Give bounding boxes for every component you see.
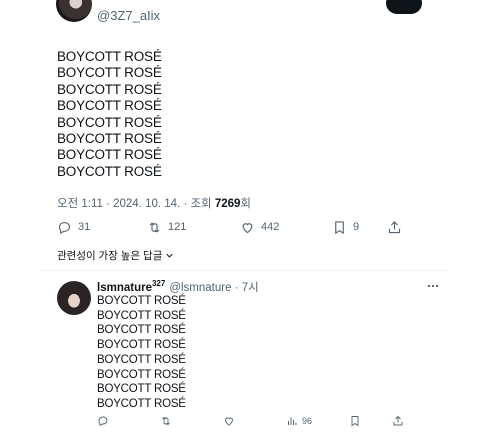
reply-avatar[interactable] bbox=[57, 281, 91, 315]
tweet-header: @3Z7_aIix bbox=[0, 0, 480, 28]
timestamp[interactable]: 오전 1:11 · 2024. 10. 14. · 조회 bbox=[57, 198, 215, 210]
reply-icon bbox=[58, 221, 71, 234]
reply-like-button[interactable] bbox=[223, 413, 239, 429]
bookmark-icon bbox=[351, 416, 359, 427]
tweet-line: BOYCOTT ROSÉ bbox=[57, 114, 162, 130]
divider bbox=[40, 270, 450, 271]
repost-icon bbox=[162, 416, 170, 426]
reply-name-text: lsmnature bbox=[97, 282, 152, 294]
reply-author-name[interactable]: lsmnature327 bbox=[97, 279, 165, 294]
tweet-actions: 31 121 442 9 bbox=[57, 218, 401, 236]
bookmark-button[interactable]: 9 bbox=[332, 218, 359, 236]
reply-icon bbox=[98, 416, 108, 427]
share-icon bbox=[393, 415, 403, 426]
repost-icon bbox=[149, 221, 160, 233]
bookmark-count: 9 bbox=[353, 221, 360, 233]
tweet-line: BOYCOTT ROSÉ bbox=[57, 163, 162, 179]
tweet-line: BOYCOTT ROSÉ bbox=[57, 65, 162, 81]
view-suffix: 회 bbox=[240, 198, 252, 210]
view-count: 7269 bbox=[214, 198, 241, 210]
heart-icon bbox=[242, 222, 253, 233]
reply-line: BOYCOTT ROSÉ bbox=[97, 309, 186, 322]
share-icon bbox=[388, 220, 401, 233]
reply-button[interactable]: 31 bbox=[57, 218, 90, 236]
reply-views-button[interactable]: 96 bbox=[286, 413, 312, 429]
tweet-line: BOYCOTT ROSÉ bbox=[57, 49, 162, 64]
reply-count: 31 bbox=[78, 221, 91, 233]
reply-handle-time[interactable]: @lsmnature · 7시 bbox=[169, 279, 258, 295]
like-count: 442 bbox=[261, 221, 280, 233]
repost-button[interactable]: 121 bbox=[147, 218, 186, 236]
chevron-down-icon bbox=[166, 253, 173, 258]
reply-body: BOYCOTT ROSÉ BOYCOTT ROSÉ BOYCOTT ROSÉ B… bbox=[97, 294, 186, 412]
tweet-line: BOYCOTT ROSÉ bbox=[57, 147, 162, 163]
like-button[interactable]: 442 bbox=[240, 218, 279, 236]
reply-line: BOYCOTT ROSÉ bbox=[97, 324, 186, 337]
author-avatar[interactable] bbox=[56, 0, 92, 22]
reply-line: BOYCOTT ROSÉ bbox=[97, 383, 186, 396]
reply-sort-toggle[interactable]: 관련성이 가장 높은 답글 bbox=[57, 248, 175, 263]
reply-repost-button[interactable] bbox=[160, 413, 176, 429]
reply-line: BOYCOTT ROSÉ bbox=[97, 353, 186, 366]
reply-line: BOYCOTT ROSÉ bbox=[97, 295, 186, 307]
reply-line: BOYCOTT ROSÉ bbox=[97, 397, 186, 410]
reply-name-suffix: 327 bbox=[151, 279, 166, 289]
tweet-line: BOYCOTT ROSÉ bbox=[57, 81, 162, 97]
tweet-line: BOYCOTT ROSÉ bbox=[57, 131, 162, 147]
reply-line: BOYCOTT ROSÉ bbox=[97, 339, 186, 352]
more-icon[interactable] bbox=[426, 280, 440, 292]
tweet-line: BOYCOTT ROSÉ bbox=[57, 98, 162, 114]
share-button[interactable] bbox=[387, 218, 408, 236]
analytics-icon bbox=[288, 417, 297, 425]
heart-icon bbox=[225, 417, 233, 426]
reply-actions: 96 bbox=[97, 413, 417, 429]
reply-view-count: 96 bbox=[302, 416, 313, 426]
reply-bookmark-button[interactable] bbox=[349, 413, 365, 429]
sort-label: 관련성이 가장 높은 답글 bbox=[57, 250, 163, 262]
reply-reply-button[interactable] bbox=[97, 413, 113, 429]
reply-share-button[interactable] bbox=[392, 413, 408, 429]
tweet-body: BOYCOTT ROSÉ BOYCOTT ROSÉ BOYCOTT ROSÉ B… bbox=[57, 49, 162, 180]
author-handle[interactable]: @3Z7_aIix bbox=[97, 8, 160, 23]
follow-button[interactable] bbox=[386, 0, 422, 14]
repost-count: 121 bbox=[168, 221, 187, 233]
tweet-meta: 오전 1:11 · 2024. 10. 14. · 조회 7269회 bbox=[57, 195, 251, 211]
reply-line: BOYCOTT ROSÉ bbox=[97, 368, 186, 381]
reply-header: lsmnature327 @lsmnature · 7시 bbox=[97, 279, 259, 295]
bookmark-icon bbox=[335, 220, 344, 234]
